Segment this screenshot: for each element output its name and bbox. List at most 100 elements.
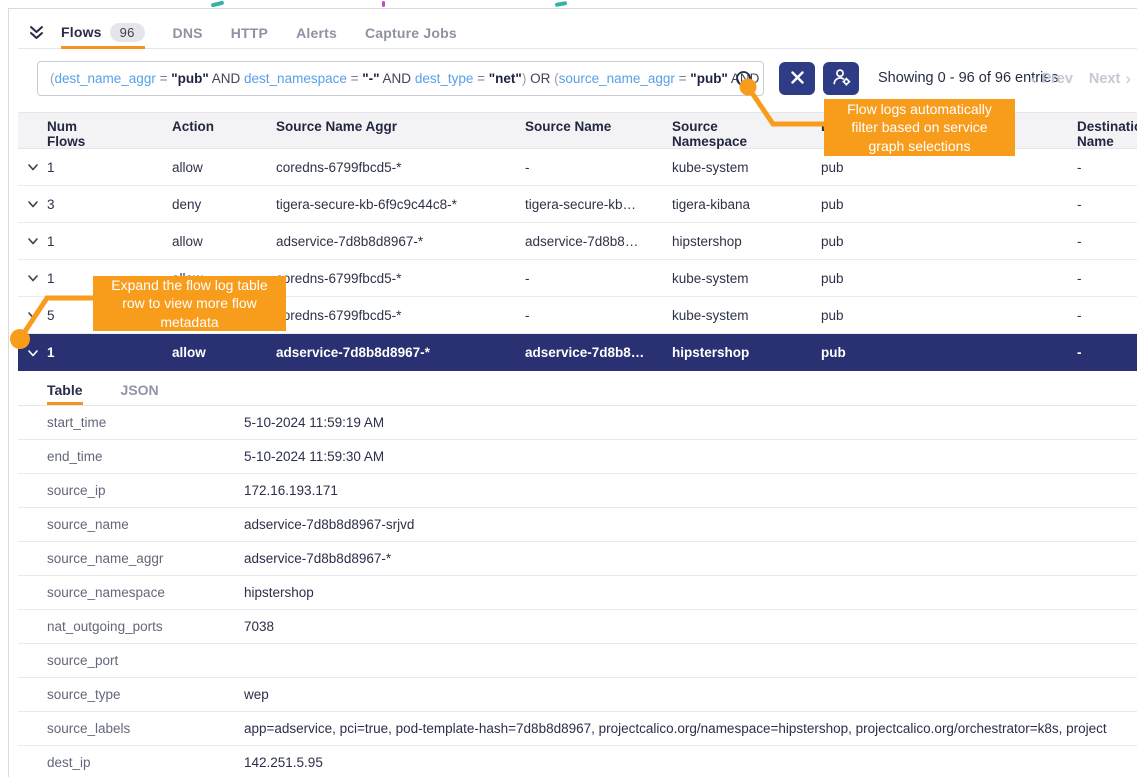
cell-source-name: adservice-7d8b8… bbox=[525, 345, 672, 360]
cell-dest-name-aggr: pub bbox=[821, 197, 1077, 212]
cell-action: allow bbox=[172, 271, 276, 286]
flow-logs-panel: Flows 96 DNS HTTP Alerts Capture Jobs (d… bbox=[0, 0, 1137, 777]
chevron-left-icon: ‹ bbox=[1031, 69, 1037, 89]
flow-row[interactable]: 3 deny tigera-secure-kb-6f9c9c44c8-* tig… bbox=[18, 186, 1137, 223]
tab-flows[interactable]: Flows 96 bbox=[61, 18, 145, 49]
cell-action: allow bbox=[172, 345, 276, 360]
cell-action: allow bbox=[172, 308, 276, 323]
prev-button[interactable]: ‹ Prev bbox=[1031, 69, 1073, 89]
clipped-graph-fragment bbox=[555, 1, 568, 7]
cell-num-flows: 1 bbox=[47, 234, 172, 249]
detail-row: source_name_aggr adservice-7d8b8d8967-* bbox=[18, 542, 1137, 576]
detail-row: dest_ip 142.251.5.95 bbox=[18, 746, 1137, 777]
cell-dest-name-aggr: pub bbox=[821, 308, 1077, 323]
col-num-flows: Num Flows bbox=[47, 119, 95, 149]
tab-detail-json[interactable]: JSON bbox=[121, 382, 159, 405]
detail-key: source_name_aggr bbox=[47, 551, 244, 566]
filter-query-input[interactable]: (dest_name_aggr = "pub" AND dest_namespa… bbox=[37, 61, 764, 96]
detail-key: source_ip bbox=[47, 483, 244, 498]
chevron-right-icon: › bbox=[1125, 69, 1131, 89]
expand-row-icon[interactable] bbox=[18, 198, 47, 210]
expand-row-icon[interactable] bbox=[18, 309, 47, 321]
clipped-graph-fragment bbox=[382, 1, 385, 7]
detail-value: 172.16.193.171 bbox=[244, 483, 1137, 498]
cell-source-name: - bbox=[525, 308, 672, 323]
cell-source-name: adservice-7d8b8… bbox=[525, 234, 672, 249]
cell-num-flows: 5 bbox=[47, 308, 172, 323]
detail-value: 142.251.5.95 bbox=[244, 755, 1137, 770]
col-dest-name-aggr: Dest Name Aggr bbox=[821, 119, 1077, 134]
col-source-name: Source Name bbox=[525, 119, 672, 134]
detail-value: wep bbox=[244, 687, 1137, 702]
col-destination-name: Destination Name bbox=[1077, 119, 1137, 149]
cell-destination-name: - bbox=[1077, 234, 1137, 249]
cell-source-name: tigera-secure-kb… bbox=[525, 197, 672, 212]
cell-source-name-aggr: adservice-7d8b8d8967-* bbox=[276, 345, 525, 360]
flow-row[interactable]: 1 allow coredns-6799fbcd5-* - kube-syste… bbox=[18, 149, 1137, 186]
pagination: ‹ Prev Next › bbox=[1031, 62, 1131, 95]
cell-dest-name-aggr: pub bbox=[821, 234, 1077, 249]
search-icon[interactable] bbox=[734, 69, 756, 91]
detail-key: dest_ip bbox=[47, 755, 244, 770]
flow-row[interactable]: 1 allow adservice-7d8b8d8967-* adservice… bbox=[18, 223, 1137, 260]
cell-destination-name: - bbox=[1077, 308, 1137, 323]
cell-source-namespace: hipstershop bbox=[672, 234, 821, 249]
cell-destination-name: - bbox=[1077, 345, 1137, 360]
cell-num-flows: 1 bbox=[47, 160, 172, 175]
clear-filter-button[interactable] bbox=[779, 62, 815, 95]
detail-key: source_port bbox=[47, 653, 244, 668]
expand-row-icon[interactable] bbox=[18, 235, 47, 247]
flow-row[interactable]: 1 allow adservice-7d8b8d8967-* adservice… bbox=[18, 334, 1137, 371]
tab-dns[interactable]: DNS bbox=[173, 18, 203, 48]
cell-action: allow bbox=[172, 160, 276, 175]
cell-source-namespace: kube-system bbox=[672, 271, 821, 286]
cell-dest-name-aggr: pub bbox=[821, 160, 1077, 175]
flow-table-header: Num Flows Action Source Name Aggr Source… bbox=[18, 112, 1137, 149]
detail-row: nat_outgoing_ports 7038 bbox=[18, 610, 1137, 644]
cell-destination-name: - bbox=[1077, 271, 1137, 286]
flow-row[interactable]: 1 allow coredns-6799fbcd5-* - kube-syste… bbox=[18, 260, 1137, 297]
tab-http[interactable]: HTTP bbox=[231, 18, 268, 48]
detail-key: end_time bbox=[47, 449, 244, 464]
expand-row-icon[interactable] bbox=[18, 347, 47, 359]
cell-source-name: - bbox=[525, 160, 672, 175]
tab-alerts[interactable]: Alerts bbox=[296, 18, 337, 48]
cell-dest-name-aggr: pub bbox=[821, 271, 1077, 286]
tab-flows-label: Flows bbox=[61, 24, 102, 40]
filter-query-text: (dest_name_aggr = "pub" AND dest_namespa… bbox=[50, 71, 759, 86]
bottom-panel: Flows 96 DNS HTTP Alerts Capture Jobs (d… bbox=[8, 8, 1137, 777]
detail-key: source_type bbox=[47, 687, 244, 702]
cell-source-name-aggr: coredns-6799fbcd5-* bbox=[276, 271, 525, 286]
clipped-graph-fragment bbox=[211, 0, 225, 7]
detail-value: adservice-7d8b8d8967-* bbox=[244, 551, 1137, 566]
cell-action: deny bbox=[172, 197, 276, 212]
flows-toolbar: (dest_name_aggr = "pub" AND dest_namespa… bbox=[18, 49, 1137, 112]
detail-value: hipstershop bbox=[244, 585, 1137, 600]
next-button[interactable]: Next › bbox=[1089, 69, 1131, 89]
col-action: Action bbox=[172, 119, 276, 134]
flow-row[interactable]: 5 allow coredns-6799fbcd5-* - kube-syste… bbox=[18, 297, 1137, 334]
cell-dest-name-aggr: pub bbox=[821, 345, 1077, 360]
cell-destination-name: - bbox=[1077, 197, 1137, 212]
cell-source-namespace: kube-system bbox=[672, 160, 821, 175]
col-source-namespace: Source Namespace bbox=[672, 119, 764, 149]
cell-source-name-aggr: coredns-6799fbcd5-* bbox=[276, 308, 525, 323]
collapse-panel-icon[interactable] bbox=[29, 18, 44, 48]
detail-value: 5-10-2024 11:59:30 AM bbox=[244, 449, 1137, 464]
detail-tab-bar: Table JSON bbox=[18, 371, 1137, 406]
tab-detail-table[interactable]: Table bbox=[47, 382, 83, 405]
detail-row: source_namespace hipstershop bbox=[18, 576, 1137, 610]
detail-row: source_labels app=adservice, pci=true, p… bbox=[18, 712, 1137, 746]
expand-row-icon[interactable] bbox=[18, 272, 47, 284]
panel-tab-bar: Flows 96 DNS HTTP Alerts Capture Jobs bbox=[18, 18, 1137, 49]
tab-capture-jobs[interactable]: Capture Jobs bbox=[365, 18, 457, 48]
user-gear-icon bbox=[832, 68, 851, 89]
flows-count-badge: 96 bbox=[110, 23, 145, 42]
expand-row-icon[interactable] bbox=[18, 161, 47, 173]
cell-source-namespace: hipstershop bbox=[672, 345, 821, 360]
detail-row: start_time 5-10-2024 11:59:19 AM bbox=[18, 406, 1137, 440]
detail-value: app=adservice, pci=true, pod-template-ha… bbox=[244, 721, 1137, 736]
user-settings-button[interactable] bbox=[823, 62, 859, 95]
flow-detail-panel: Table JSON start_time 5-10-2024 11:59:19… bbox=[18, 371, 1137, 777]
detail-value: 7038 bbox=[244, 619, 1137, 634]
